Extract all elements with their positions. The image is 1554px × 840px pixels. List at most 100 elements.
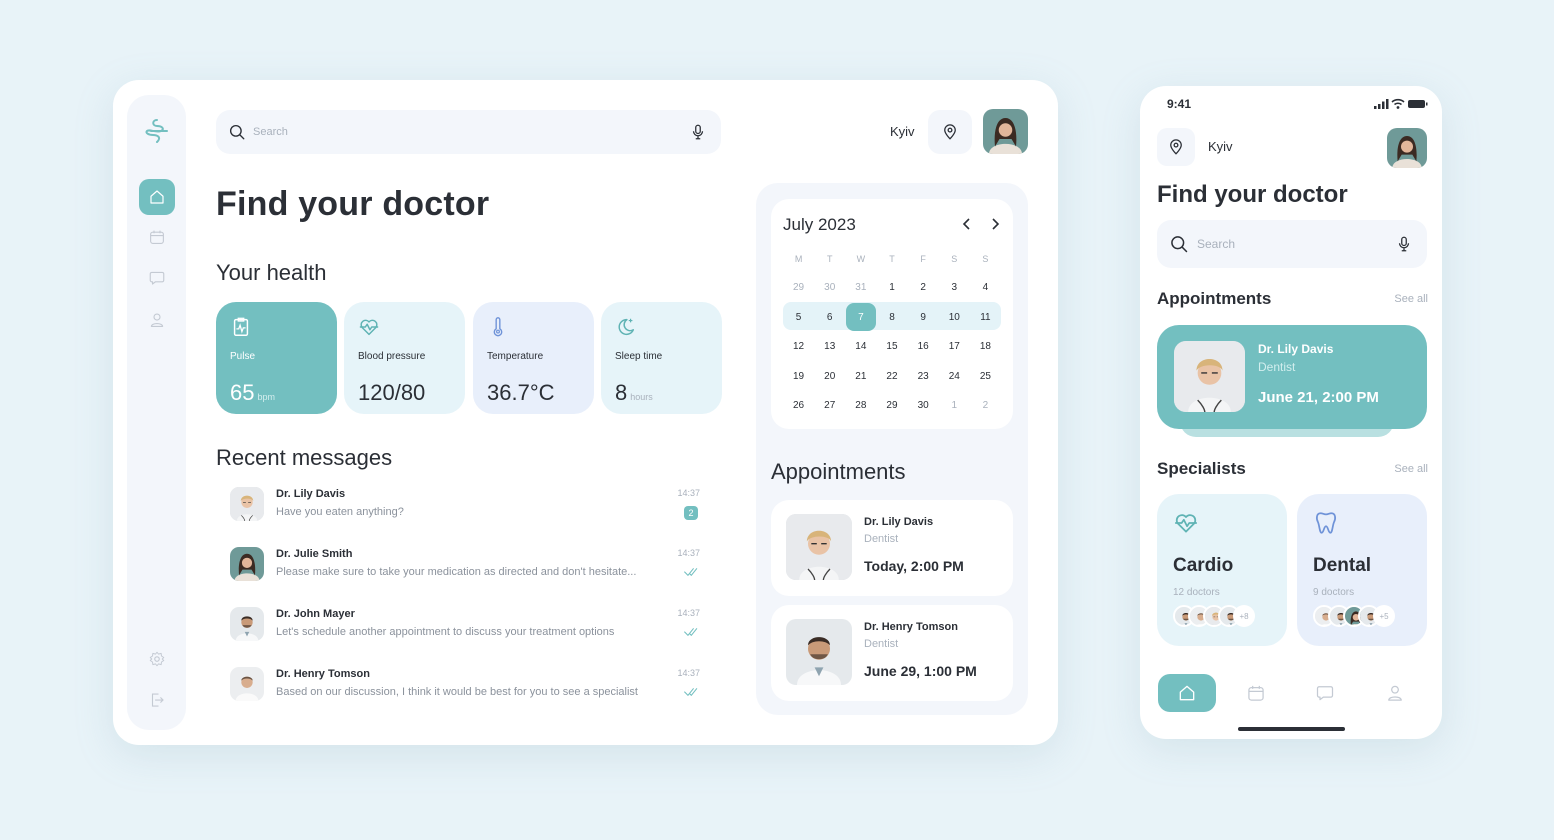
calendar-day[interactable]: 18 (970, 332, 1001, 362)
calendar-day[interactable]: 11 (970, 303, 1001, 333)
weekday-label: F (920, 254, 926, 264)
appointment-card[interactable]: Dr. Lily Davis Dentist June 21, 2:00 PM (1157, 325, 1427, 429)
calendar-day[interactable]: 14 (845, 332, 876, 362)
calendar-day[interactable]: 29 (876, 391, 907, 421)
calendar-day[interactable]: 16 (908, 332, 939, 362)
search-bar[interactable]: Search (1157, 220, 1427, 268)
sidebar-item-profile[interactable] (139, 302, 175, 338)
calendar-day[interactable]: 30 (908, 391, 939, 421)
calendar-day[interactable]: 24 (939, 362, 970, 392)
calendar-day[interactable]: 12 (783, 332, 814, 362)
app-logo-icon[interactable] (143, 117, 171, 145)
calendar-day[interactable]: 21 (845, 362, 876, 392)
search-input[interactable]: Search (253, 126, 689, 138)
see-all-appointments-link[interactable]: See all (1394, 293, 1428, 305)
microphone-icon[interactable] (689, 123, 707, 141)
message-item[interactable]: Dr. Julie Smith Please make sure to take… (230, 547, 700, 595)
calendar-day[interactable]: 15 (876, 332, 907, 362)
message-item[interactable]: Dr. Lily Davis Have you eaten anything? … (230, 487, 700, 535)
logout-icon (151, 693, 164, 707)
tab-calendar[interactable] (1227, 674, 1285, 712)
calendar-day[interactable]: 19 (783, 362, 814, 392)
metric-card-sleep[interactable]: Sleep time 8 hours (601, 302, 722, 414)
metric-card-temperature[interactable]: Temperature 36.7°C (473, 302, 594, 414)
calendar-day[interactable]: 30 (814, 273, 845, 303)
calendar-day-selected[interactable]: 7 (845, 303, 876, 333)
sidebar-item-calendar[interactable] (139, 219, 175, 255)
calendar-day[interactable]: 6 (814, 303, 845, 333)
message-sender: Dr. Lily Davis (276, 488, 346, 500)
calendar-day[interactable]: 28 (845, 391, 876, 421)
appointment-card[interactable]: Dr. Henry Tomson Dentist June 29, 1:00 P… (771, 605, 1013, 701)
specialist-card-cardio[interactable]: Cardio 12 doctors +8 (1157, 494, 1287, 646)
message-time: 14:37 (677, 608, 700, 618)
calendar-day[interactable]: 5 (783, 303, 814, 333)
calendar-day[interactable]: 9 (908, 303, 939, 333)
calendar-day[interactable]: 2 (908, 273, 939, 303)
sidebar-item-home[interactable] (139, 179, 175, 215)
calendar-day[interactable]: 17 (939, 332, 970, 362)
metric-card-blood-pressure[interactable]: Blood pressure 120/80 (344, 302, 465, 414)
doctor-avatar-stack: +8 (1173, 605, 1271, 627)
tab-profile[interactable] (1366, 674, 1424, 712)
metric-label: Sleep time (615, 351, 663, 362)
doctor-avatar (230, 547, 264, 581)
clipboard-pulse-icon (233, 317, 249, 336)
calendar-day[interactable]: 1 (876, 273, 907, 303)
metric-label: Blood pressure (358, 351, 426, 362)
search-input[interactable]: Search (1197, 237, 1395, 251)
tab-home[interactable] (1158, 674, 1216, 712)
calendar-day[interactable]: 22 (876, 362, 907, 392)
sidebar-item-logout[interactable] (139, 682, 175, 718)
double-check-icon (684, 566, 700, 578)
page-title: Find your doctor (1157, 181, 1348, 208)
city-label: Kyiv (1208, 139, 1233, 154)
calendar-day[interactable]: 4 (970, 273, 1001, 303)
sidebar-item-settings[interactable] (139, 641, 175, 677)
user-avatar[interactable] (1387, 128, 1427, 168)
calendar-day[interactable]: 27 (814, 391, 845, 421)
calendar-day[interactable]: 20 (814, 362, 845, 392)
metric-label: Pulse (230, 351, 256, 362)
location-button[interactable] (928, 110, 972, 154)
microphone-icon[interactable] (1395, 235, 1413, 253)
sidebar-item-messages[interactable] (139, 260, 175, 296)
status-bar-icons (1374, 98, 1428, 109)
specialist-card-dental[interactable]: Dental 9 doctors +5 (1297, 494, 1427, 646)
message-item[interactable]: Dr. Henry Tomson Based on our discussion… (230, 667, 700, 715)
heart-pulse-icon (1173, 510, 1199, 536)
doctor-avatar (230, 667, 264, 701)
calendar-day[interactable]: 31 (845, 273, 876, 303)
calendar-day[interactable]: 25 (970, 362, 1001, 392)
weekday-label: M (794, 254, 803, 264)
doctor-avatar-stack: +5 (1313, 605, 1411, 627)
message-item[interactable]: Dr. John Mayer Let's schedule another ap… (230, 607, 700, 655)
calendar-icon (1246, 683, 1266, 703)
weekday-label: S (951, 254, 958, 264)
calendar-day[interactable]: 1 (939, 391, 970, 421)
calendar-day[interactable]: 10 (939, 303, 970, 333)
tab-messages[interactable] (1296, 674, 1354, 712)
metric-label: Temperature (487, 351, 544, 362)
calendar-day[interactable]: 29 (783, 273, 814, 303)
calendar-day[interactable]: 13 (814, 332, 845, 362)
metric-card-pulse[interactable]: Pulse 65 bpm (216, 302, 337, 414)
location-button[interactable] (1157, 128, 1195, 166)
calendar-day[interactable]: 2 (970, 391, 1001, 421)
doctor-photo (1174, 341, 1245, 412)
metric-value: 120/80 (358, 380, 426, 405)
calendar-day[interactable]: 3 (939, 273, 970, 303)
user-avatar[interactable] (983, 109, 1028, 154)
calendar-day[interactable]: 23 (908, 362, 939, 392)
search-bar[interactable]: Search (216, 110, 721, 154)
doctor-photo (786, 514, 852, 580)
see-all-specialists-link[interactable]: See all (1394, 463, 1428, 475)
chevron-right-icon[interactable] (987, 216, 1003, 232)
appointment-card[interactable]: Dr. Lily Davis Dentist Today, 2:00 PM (771, 500, 1013, 596)
calendar-day[interactable]: 26 (783, 391, 814, 421)
calendar-icon (148, 228, 166, 246)
chevron-left-icon[interactable] (959, 216, 975, 232)
doctor-name: Dr. Lily Davis (864, 516, 934, 528)
weekday-label: S (982, 254, 989, 264)
calendar-day[interactable]: 8 (876, 303, 907, 333)
